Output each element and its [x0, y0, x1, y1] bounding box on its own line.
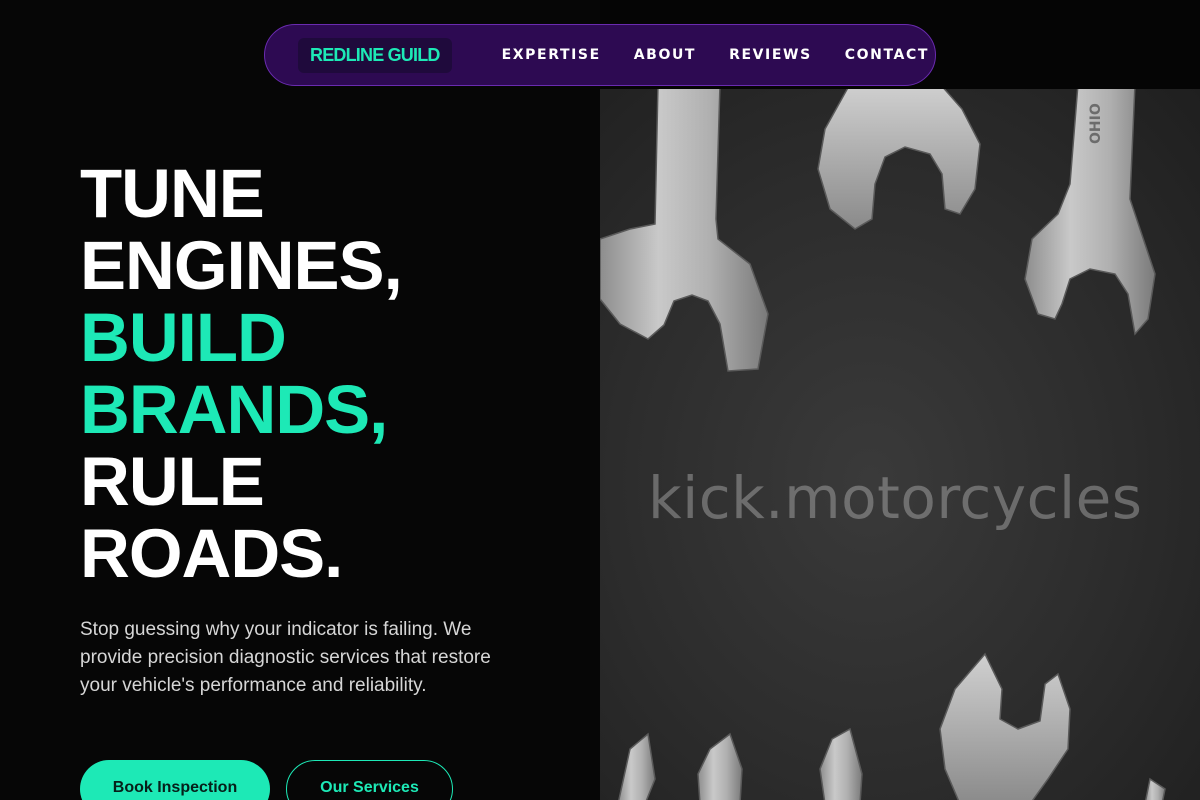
nav-link-reviews[interactable]: REVIEWS — [729, 47, 812, 63]
headline-line-1: TUNE — [80, 155, 265, 232]
headline-line-5: RULE — [80, 443, 265, 520]
nav-link-contact[interactable]: CONTACT — [845, 47, 929, 63]
top-navigation: REDLINE GUILD EXPERTISE ABOUT REVIEWS CO… — [264, 24, 936, 86]
nav-link-expertise[interactable]: EXPERTISE — [502, 47, 601, 63]
wrenches-illustration: OHIO — [600, 89, 1166, 800]
headline-line-4: BRANDS, — [80, 371, 388, 448]
wrench-top-left — [600, 89, 769, 372]
wrench-bottom-right — [939, 652, 1071, 800]
svg-text:OHIO: OHIO — [1088, 103, 1104, 144]
image-watermark: kick.motorcycles — [648, 464, 1143, 532]
nav-link-about[interactable]: ABOUT — [634, 47, 696, 63]
hero-image: OHIO kick.motorcycles — [600, 89, 1200, 800]
hero-left-panel: TUNE ENGINES, BUILD BRANDS, RULE ROADS. … — [0, 0, 600, 800]
wrench-top-center — [817, 89, 981, 230]
hero-headline: TUNE ENGINES, BUILD BRANDS, RULE ROADS. — [80, 155, 403, 592]
our-services-button[interactable]: Our Services — [286, 760, 453, 800]
brand-logo[interactable]: REDLINE GUILD — [298, 37, 452, 73]
book-inspection-button[interactable]: Book Inspection — [80, 760, 270, 800]
headline-line-3: BUILD — [80, 299, 287, 376]
hero-subcopy: Stop guessing why your indicator is fail… — [80, 619, 491, 696]
headline-line-2: ENGINES, — [80, 227, 403, 304]
headline-line-6: ROADS. — [80, 515, 343, 592]
wrench-bottom-row — [618, 727, 1166, 800]
nav-links: EXPERTISE ABOUT REVIEWS CONTACT — [502, 47, 929, 63]
